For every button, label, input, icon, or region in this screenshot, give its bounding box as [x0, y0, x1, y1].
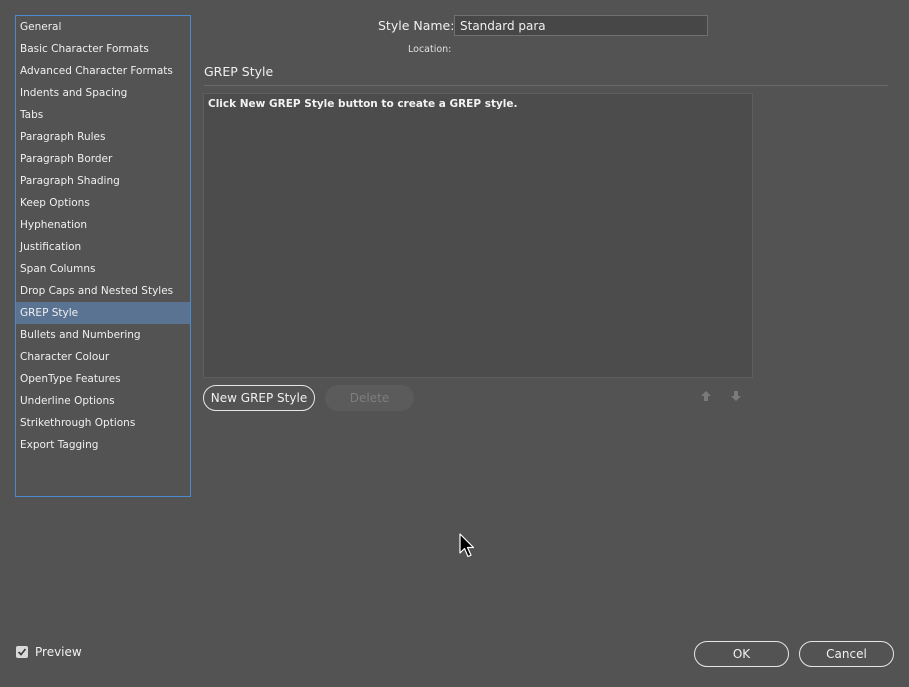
sidebar-item-span-columns[interactable]: Span Columns [16, 258, 190, 280]
sidebar-item-strikethrough-options[interactable]: Strikethrough Options [16, 412, 190, 434]
sidebar-item-drop-caps-and-nested-styles[interactable]: Drop Caps and Nested Styles [16, 280, 190, 302]
style-name-input[interactable] [454, 15, 708, 36]
sidebar-item-basic-character-formats[interactable]: Basic Character Formats [16, 38, 190, 60]
sidebar-item-opentype-features[interactable]: OpenType Features [16, 368, 190, 390]
move-up-icon[interactable] [699, 388, 713, 402]
sidebar-item-bullets-and-numbering[interactable]: Bullets and Numbering [16, 324, 190, 346]
location-label: Location: [408, 44, 452, 55]
move-down-icon[interactable] [729, 388, 743, 402]
preview-checkbox[interactable] [16, 646, 28, 658]
section-title: GREP Style [204, 64, 274, 79]
preview-label: Preview [35, 645, 82, 659]
sidebar-item-underline-options[interactable]: Underline Options [16, 390, 190, 412]
grep-style-list[interactable]: Click New GREP Style button to create a … [203, 93, 753, 378]
new-grep-style-button[interactable]: New GREP Style [203, 385, 315, 411]
sidebar-item-export-tagging[interactable]: Export Tagging [16, 434, 190, 456]
sidebar-item-paragraph-border[interactable]: Paragraph Border [16, 148, 190, 170]
delete-button[interactable]: Delete [325, 385, 414, 411]
sidebar-item-character-colour[interactable]: Character Colour [16, 346, 190, 368]
mouse-cursor-icon [459, 533, 475, 559]
sidebar-item-tabs[interactable]: Tabs [16, 104, 190, 126]
style-name-label: Style Name: [378, 18, 455, 33]
sidebar-item-general[interactable]: General [16, 16, 190, 38]
ok-button[interactable]: OK [694, 641, 789, 667]
section-divider [204, 85, 888, 86]
sidebar-item-keep-options[interactable]: Keep Options [16, 192, 190, 214]
sidebar-item-advanced-character-formats[interactable]: Advanced Character Formats [16, 60, 190, 82]
grep-style-hint: Click New GREP Style button to create a … [208, 98, 518, 110]
sidebar-item-paragraph-shading[interactable]: Paragraph Shading [16, 170, 190, 192]
sidebar-item-indents-and-spacing[interactable]: Indents and Spacing [16, 82, 190, 104]
preview-toggle[interactable]: Preview [16, 644, 82, 660]
sidebar-item-hyphenation[interactable]: Hyphenation [16, 214, 190, 236]
cancel-button[interactable]: Cancel [799, 641, 894, 667]
sidebar-item-grep-style[interactable]: GREP Style [16, 302, 190, 324]
sidebar-item-paragraph-rules[interactable]: Paragraph Rules [16, 126, 190, 148]
category-list[interactable]: General Basic Character Formats Advanced… [15, 15, 191, 497]
sidebar-item-justification[interactable]: Justification [16, 236, 190, 258]
